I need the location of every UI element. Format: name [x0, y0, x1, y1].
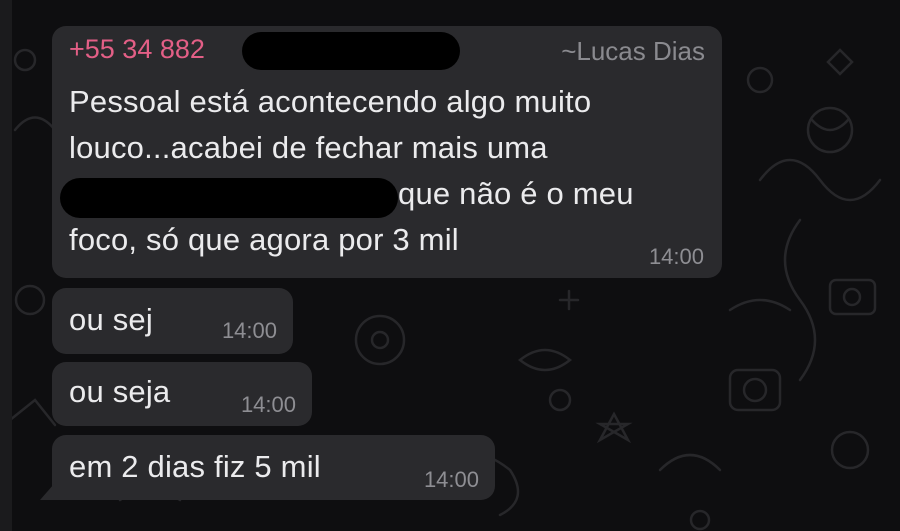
message-text-line: foco, só que agora por 3 mil	[69, 222, 459, 257]
message-text: ou seja	[69, 374, 171, 409]
message-text-line: Pessoal está acontecendo algo muito	[69, 84, 592, 119]
panel-edge	[0, 0, 12, 531]
message-text-line: que não é o meu	[398, 176, 634, 211]
message-bubble-3[interactable]: ou seja 14:00	[52, 362, 312, 426]
message-text: em 2 dias fiz 5 mil	[69, 449, 321, 484]
bubble-tail	[40, 484, 54, 500]
message-timestamp: 14:00	[221, 318, 277, 343]
message-timestamp: 14:00	[423, 467, 479, 492]
message-timestamp: 14:00	[648, 244, 704, 269]
message-bubble-4[interactable]: em 2 dias fiz 5 mil 14:00	[40, 435, 495, 500]
message-text-line: louco...acabei de fechar mais uma	[69, 130, 548, 165]
message-timestamp: 14:00	[240, 392, 296, 417]
message-bubble-2[interactable]: ou sej 14:00	[52, 288, 293, 354]
message-bubble-1[interactable]: +55 34 882 ~Lucas Dias Pessoal está acon…	[52, 26, 722, 278]
sender-name[interactable]: ~Lucas Dias	[561, 36, 705, 67]
message-text: ou sej	[69, 302, 153, 337]
redaction-bar	[60, 178, 398, 218]
redaction-bar	[242, 32, 460, 70]
sender-phone[interactable]: +55 34 882	[69, 34, 205, 65]
